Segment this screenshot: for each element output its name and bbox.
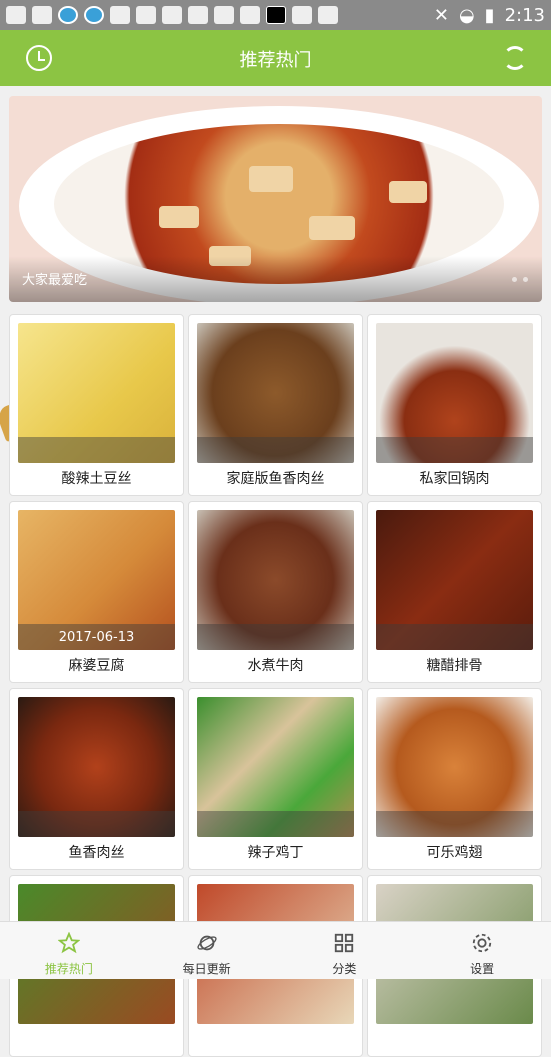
carousel-indicator	[512, 277, 528, 282]
tab-categories[interactable]: 分类	[276, 922, 414, 979]
recipe-label: 酸辣土豆丝	[61, 471, 132, 487]
star-icon	[57, 932, 80, 954]
paw-icon	[240, 6, 260, 24]
app-notification-icon	[58, 6, 78, 24]
recipe-image	[376, 323, 533, 463]
recipe-card[interactable]: 糖醋排骨	[367, 501, 542, 683]
wechat-icon	[162, 6, 182, 24]
mute-icon: ✕	[433, 4, 449, 26]
wifi-icon: ◒	[458, 4, 475, 26]
page-title: 推荐热门	[239, 50, 312, 71]
grid-icon	[335, 933, 354, 953]
refresh-icon[interactable]	[503, 46, 527, 70]
qq-icon	[318, 6, 338, 24]
recipe-label: 私家回锅肉	[419, 471, 490, 487]
recipe-image	[197, 510, 354, 650]
recipe-card[interactable]: 鱼香肉丝	[9, 688, 184, 870]
recipe-image	[197, 697, 354, 837]
recipe-image	[18, 323, 175, 463]
recipe-image	[18, 697, 175, 837]
status-bar: ✕ ◒ ▮ 2:13	[0, 0, 551, 30]
recipe-label: 家庭版鱼香肉丝	[226, 471, 325, 487]
paw-icon	[214, 6, 234, 24]
recipe-card[interactable]: 可乐鸡翅	[367, 688, 542, 870]
tab-settings[interactable]: 设置	[413, 922, 551, 979]
banner-carousel[interactable]: 大家最爱吃	[9, 96, 542, 302]
planet-icon	[197, 935, 217, 951]
bottom-nav: 推荐热门 每日更新 分类 设置	[0, 921, 551, 979]
banner-caption: 大家最爱吃	[22, 273, 88, 288]
signal-off-icon	[6, 6, 26, 24]
recipe-image	[376, 697, 533, 837]
notification-icons	[6, 6, 338, 24]
app-notification-icon	[110, 6, 130, 24]
recipe-card[interactable]: 私家回锅肉	[367, 314, 542, 496]
recipe-label: 麻婆豆腐	[68, 658, 125, 674]
clock-time: 2:13	[504, 4, 545, 26]
app-notification-icon	[84, 6, 104, 24]
paw-icon	[136, 6, 156, 24]
recipe-label: 鱼香肉丝	[68, 845, 125, 861]
recipe-card[interactable]: 2017-06-13 麻婆豆腐	[9, 501, 184, 683]
tab-recommended[interactable]: 推荐热门	[0, 922, 138, 979]
recipe-card[interactable]: 水煮牛肉	[188, 501, 363, 683]
signal-off-icon	[32, 6, 52, 24]
recipe-label: 糖醋排骨	[426, 658, 483, 674]
paw-icon	[292, 6, 312, 24]
recipe-image: 2017-06-13	[18, 510, 175, 650]
gear-icon	[472, 933, 492, 953]
battery-icon: ▮	[484, 4, 495, 26]
app-notification-icon	[266, 6, 286, 24]
recipe-label: 可乐鸡翅	[426, 845, 483, 861]
recipe-image	[376, 510, 533, 650]
qq-icon	[188, 6, 208, 24]
recipe-label: 水煮牛肉	[247, 658, 304, 674]
recipe-card[interactable]: 辣子鸡丁	[188, 688, 363, 870]
recipe-image	[197, 323, 354, 463]
app-bar: 推荐热门	[0, 30, 551, 86]
tab-daily-update[interactable]: 每日更新	[138, 922, 276, 979]
recipe-card[interactable]: 酸辣土豆丝	[9, 314, 184, 496]
recipe-card[interactable]: 家庭版鱼香肉丝	[188, 314, 363, 496]
recipe-label: 辣子鸡丁	[247, 845, 304, 861]
